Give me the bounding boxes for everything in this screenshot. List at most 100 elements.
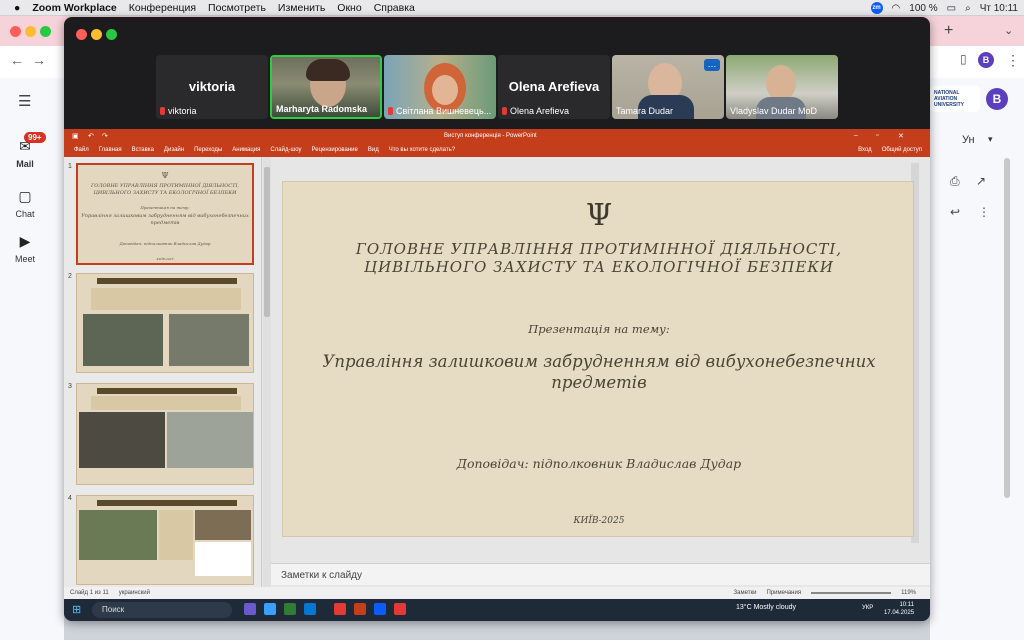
slide-thumbnail-4[interactable] (76, 495, 254, 585)
participant-big-name: Olena Arefieva (508, 79, 600, 94)
ribbon-tab-design[interactable]: Дизайн (164, 147, 184, 153)
store-icon[interactable] (284, 603, 296, 615)
thumbnail-scrollbar[interactable] (263, 157, 271, 587)
edge-icon[interactable] (264, 603, 276, 615)
clock[interactable]: Чт 10:11 (980, 3, 1018, 14)
new-tab-icon[interactable]: + (944, 22, 953, 40)
menu-edit[interactable]: Изменить (278, 2, 325, 14)
sort-dropdown[interactable]: Ун (962, 134, 975, 146)
chrome-icon-2[interactable] (394, 603, 406, 615)
thumb-photo (83, 314, 163, 366)
dropdown-caret-icon[interactable]: ▾ (988, 134, 993, 145)
ribbon-tab-view[interactable]: Вид (368, 147, 379, 153)
slide-topic-line1: Управління залишковим забрудненням від в… (322, 352, 876, 371)
rail-chat[interactable]: ▢ Chat (0, 188, 50, 219)
menu-help[interactable]: Справка (374, 2, 415, 14)
browser-zoom-dot[interactable] (40, 26, 51, 37)
comments-toggle[interactable]: Примечания (766, 590, 801, 596)
browser-profile-avatar[interactable]: B (978, 52, 994, 68)
redo-icon[interactable]: ↷ (102, 132, 108, 140)
taskbar-lang[interactable]: УКР (862, 605, 873, 611)
windows-taskbar: ⊞ Поиск 13°C Mostly cloudy УКР 10:11 17.… (64, 599, 930, 621)
zoom-slider[interactable] (811, 592, 892, 594)
apple-icon[interactable]: ● (14, 2, 20, 14)
scroll-thumb[interactable] (264, 167, 270, 317)
macos-menu-bar: ● Zoom Workplace Конференция Посмотреть … (0, 0, 1024, 16)
slide-topic-line2: предметів (551, 373, 647, 392)
thumb-text-block (91, 396, 241, 410)
zoom-close-dot[interactable] (76, 29, 87, 40)
close-icon[interactable]: ✕ (898, 132, 904, 140)
slide-notes-field[interactable]: Заметки к слайду (271, 563, 930, 585)
print-icon[interactable]: ⎙ (950, 174, 960, 189)
minimize-icon[interactable]: – (854, 132, 858, 139)
rail-mail[interactable]: ✉ Mail (0, 138, 50, 169)
slide-thumbnail-1[interactable]: Ψ ГОЛОВНЕ УПРАВЛІННЯ ПРОТИМІННОЇ ДІЯЛЬНО… (76, 163, 254, 265)
more-options-icon[interactable]: ⋮ (978, 205, 990, 219)
back-icon[interactable]: ← (10, 52, 24, 68)
ribbon-tab-file[interactable]: Файл (74, 147, 89, 153)
zoom-fullscreen-dot[interactable] (106, 29, 117, 40)
slide-thumbnail-3[interactable] (76, 383, 254, 485)
participant-tile-viktoria[interactable]: viktoria viktoria (156, 55, 268, 119)
slide-thumbnail-2[interactable] (76, 273, 254, 373)
battery-icon[interactable]: ▭ (947, 3, 956, 14)
browser-menu-icon[interactable]: ⋮ (1006, 52, 1020, 69)
zoom-minimize-dot[interactable] (91, 29, 102, 40)
ribbon-tab-home[interactable]: Главная (99, 147, 122, 153)
taskbar-search[interactable]: Поиск (92, 602, 232, 618)
ribbon-tab-animations[interactable]: Анимация (232, 147, 260, 153)
participant-tile-olena[interactable]: Olena Arefieva Olena Arefieva (498, 55, 610, 119)
current-slide[interactable]: Ψ ГОЛОВНЕ УПРАВЛІННЯ ПРОТИМІННОЇ ДІЯЛЬНО… (282, 181, 914, 537)
share-button[interactable]: Общий доступ (882, 147, 922, 153)
participant-tile-svitlana[interactable]: Світлана Вишневець... (384, 55, 496, 119)
powerpoint-icon[interactable] (354, 603, 366, 615)
account-avatar[interactable]: B (986, 88, 1008, 110)
taskbar-weather[interactable]: 13°C Mostly cloudy (736, 604, 796, 611)
menu-conference[interactable]: Конференция (129, 2, 196, 14)
tell-me-search[interactable]: Что вы хотите сделать? (389, 147, 455, 153)
language-indicator[interactable]: украинский (119, 590, 150, 596)
menu-app-name[interactable]: Zoom Workplace (32, 2, 116, 14)
open-new-window-icon[interactable]: ↗ (976, 174, 986, 188)
signin-link[interactable]: Вход (858, 147, 872, 153)
zoom-icon[interactable] (374, 603, 386, 615)
thumb-number: 2 (68, 273, 72, 280)
participant-tile-marharyta[interactable]: Marharyta Radomska (270, 55, 382, 119)
menu-window[interactable]: Окно (337, 2, 361, 14)
wifi-icon[interactable]: ◠ (892, 3, 901, 14)
chrome-icon[interactable] (334, 603, 346, 615)
zoom-status-icon[interactable]: zm (870, 2, 883, 14)
zoom-level[interactable]: 119% (901, 590, 916, 596)
ribbon-tab-review[interactable]: Рецензирование (312, 147, 358, 153)
browser-minimize-dot[interactable] (25, 26, 36, 37)
ribbon-tab-transitions[interactable]: Переходы (194, 147, 222, 153)
windows-start-icon[interactable]: ⊞ (72, 603, 81, 616)
participant-tile-tamara[interactable]: … Tamara Dudar (612, 55, 724, 119)
forward-icon[interactable]: → (32, 52, 46, 68)
taskbar-time: 10:11 (899, 602, 915, 608)
browser-close-dot[interactable] (10, 26, 21, 37)
notes-toggle[interactable]: Заметки (734, 590, 757, 596)
participant-tile-vladyslav[interactable]: Vladyslav Dudar MoD (726, 55, 838, 119)
taskview-icon[interactable] (244, 603, 256, 615)
save-icon[interactable]: ▣ (72, 132, 79, 140)
hamburger-menu-icon[interactable]: ☰ (18, 92, 31, 110)
reply-icon[interactable]: ↩ (950, 205, 960, 219)
thumb-topic: Управління залишковим забрудненням від в… (81, 213, 249, 219)
ribbon-tab-slideshow[interactable]: Слайд-шоу (270, 147, 301, 153)
tab-list-chevron-icon[interactable]: ⌄ (1004, 24, 1013, 37)
rail-meet[interactable]: ▶ Meet (0, 233, 50, 264)
tile-more-icon[interactable]: … (704, 59, 720, 71)
thumb-photo (167, 412, 253, 468)
ribbon-tab-insert[interactable]: Вставка (132, 147, 154, 153)
undo-icon[interactable]: ↶ (88, 132, 94, 140)
files-icon[interactable] (304, 603, 316, 615)
sidebar-icon[interactable]: ▯ (960, 52, 967, 66)
search-icon[interactable]: ⌕ (965, 3, 971, 14)
gmail-scrollbar[interactable] (1004, 158, 1010, 498)
taskbar-clock[interactable]: 10:11 17.04.2025 (884, 601, 914, 617)
menu-view[interactable]: Посмотреть (208, 2, 266, 14)
battery-label[interactable]: 100 % (909, 3, 937, 14)
maximize-icon[interactable]: ▫ (876, 132, 878, 139)
